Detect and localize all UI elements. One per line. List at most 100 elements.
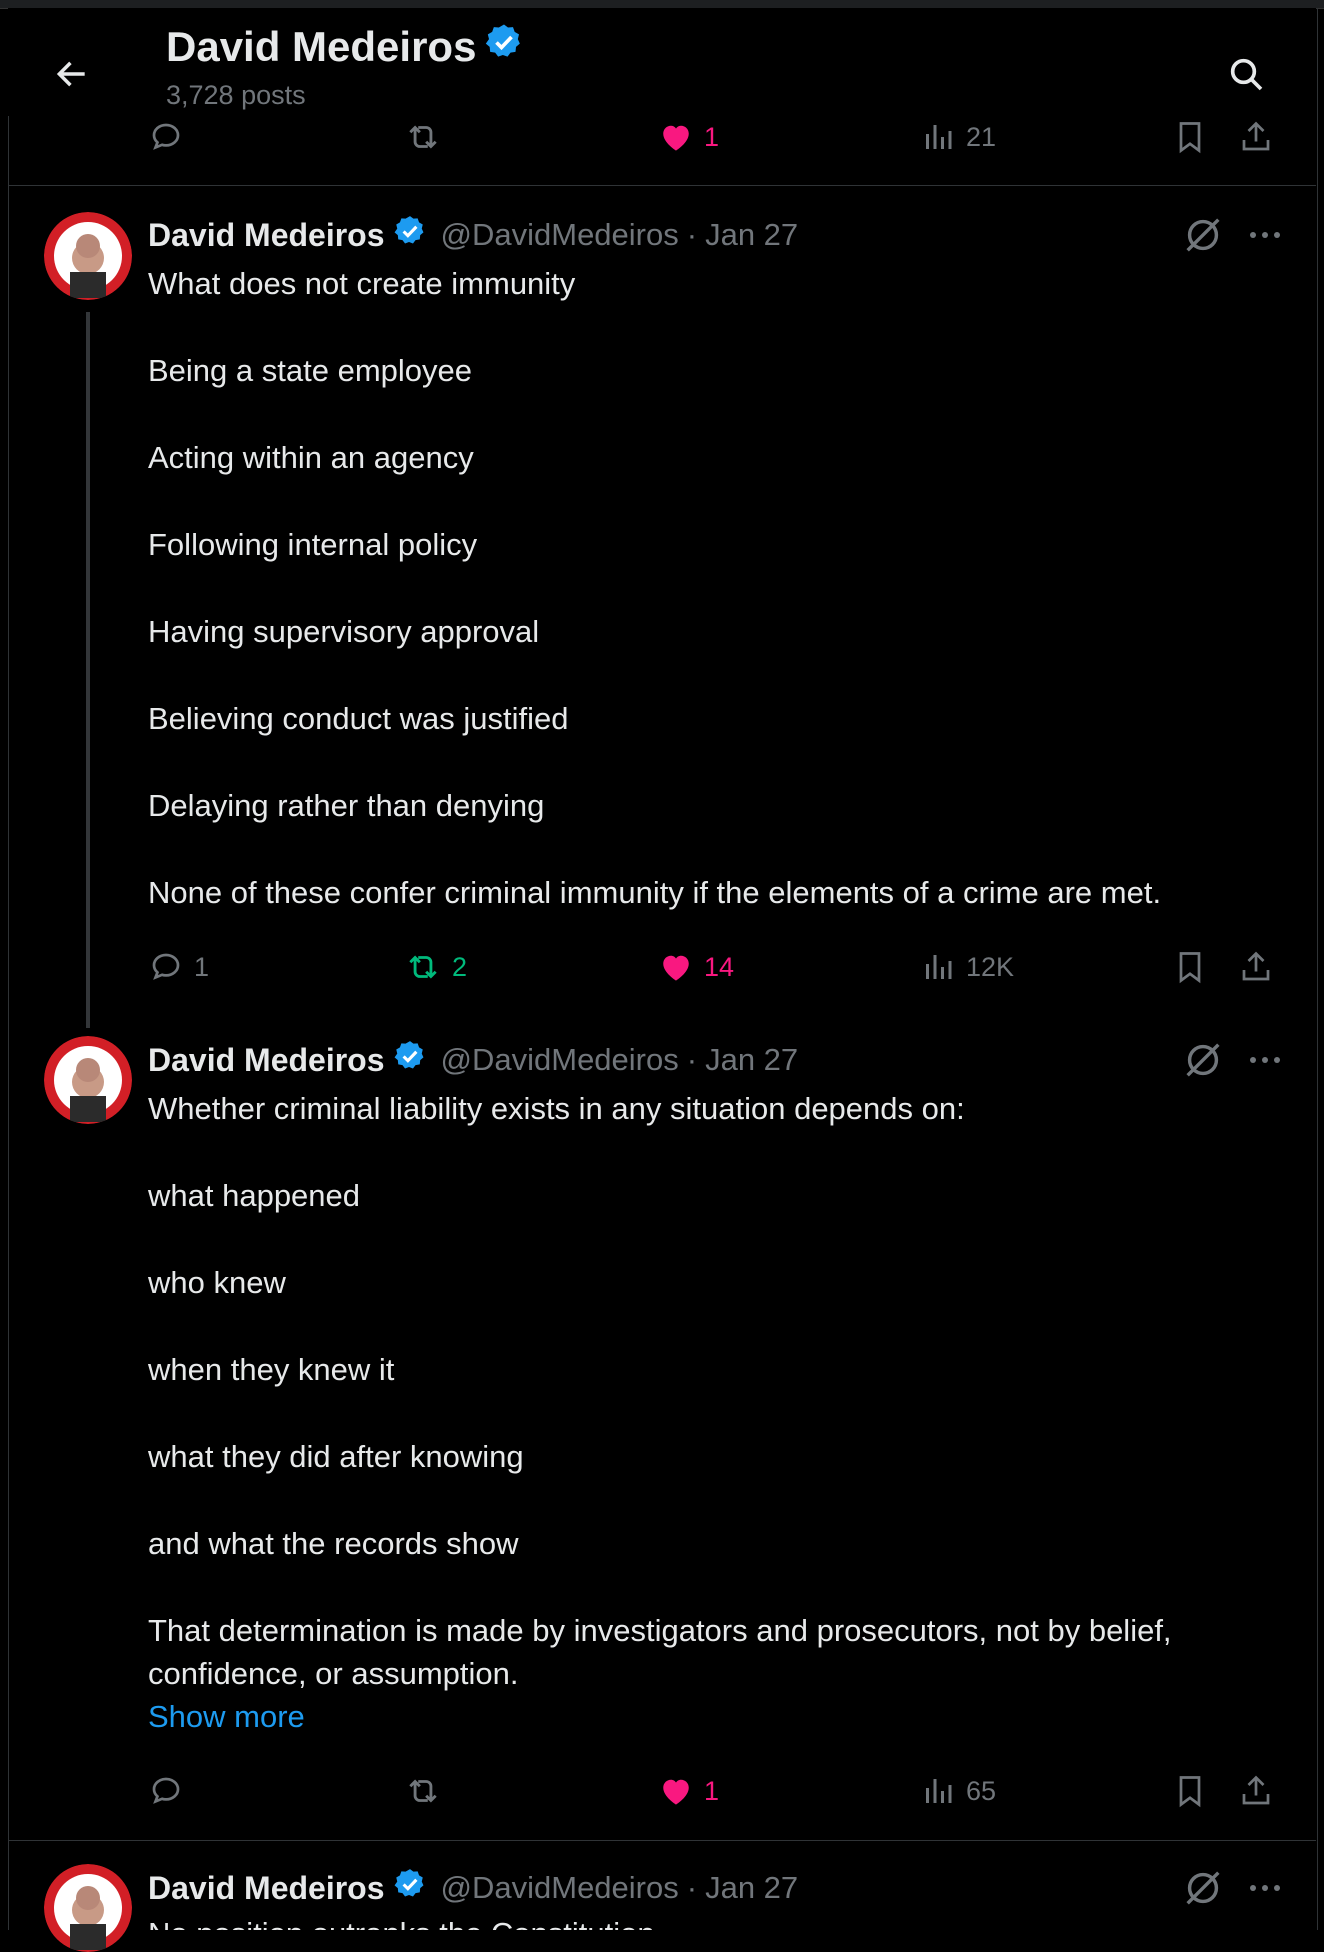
views-icon xyxy=(926,125,952,149)
post-author: David Medeiros @DavidMedeiros · Jan 27 xyxy=(148,214,798,256)
avatar[interactable] xyxy=(44,212,132,300)
like-count: 14 xyxy=(704,951,735,982)
grok-button[interactable] xyxy=(1180,1037,1226,1083)
more-options-button[interactable] xyxy=(1240,1865,1290,1911)
post-line: what happened xyxy=(148,1178,361,1213)
author-name[interactable]: David Medeiros xyxy=(148,1042,385,1079)
thread-line xyxy=(86,312,90,1028)
repost-icon xyxy=(409,1779,437,1803)
post-text: Whether criminal liability exists in any… xyxy=(148,1087,1288,1738)
views-icon xyxy=(926,1779,952,1803)
repost-button[interactable] xyxy=(404,112,442,162)
share-button[interactable] xyxy=(1238,942,1274,992)
post-line: who knew xyxy=(148,1265,286,1300)
reply-button[interactable] xyxy=(148,1766,184,1816)
like-count: 1 xyxy=(704,1775,720,1806)
grok-button[interactable] xyxy=(1180,212,1226,258)
author-handle[interactable]: @DavidMedeiros xyxy=(441,1870,679,1906)
author-name[interactable]: David Medeiros xyxy=(148,217,385,254)
avatar[interactable] xyxy=(44,1036,132,1124)
bookmark-button[interactable] xyxy=(1172,942,1208,992)
share-button[interactable] xyxy=(1238,1766,1274,1816)
dot-separator: · xyxy=(686,1870,698,1905)
grok-button[interactable] xyxy=(1180,1865,1226,1911)
more-horizontal-icon xyxy=(1250,232,1280,238)
header-name: David Medeiros xyxy=(166,23,477,70)
search-button[interactable] xyxy=(1218,46,1274,102)
post-line: Being a state employee xyxy=(148,353,472,388)
post-date[interactable]: Jan 27 xyxy=(705,1870,798,1906)
heart-filled-icon xyxy=(663,955,689,981)
reply-icon xyxy=(152,1777,180,1804)
views-button[interactable]: 12K xyxy=(920,942,1014,992)
repost-button[interactable]: 2 xyxy=(404,942,467,992)
grok-icon xyxy=(1186,218,1220,252)
share-icon xyxy=(1242,951,1270,981)
verified-badge-icon xyxy=(484,22,524,72)
reply-count: 1 xyxy=(194,951,210,982)
grok-icon xyxy=(1186,1043,1220,1077)
post-line: Acting within an agency xyxy=(148,440,474,475)
views-button[interactable]: 21 xyxy=(920,112,996,162)
post-line: what they did after knowing xyxy=(148,1439,524,1474)
prev-post-actions: 1 21 xyxy=(148,112,1288,162)
reply-button[interactable] xyxy=(148,112,184,162)
profile-header: David Medeiros 3,728 posts xyxy=(8,8,1316,116)
bookmark-button[interactable] xyxy=(1172,112,1208,162)
heart-filled-icon xyxy=(663,1779,689,1805)
header-title: David Medeiros xyxy=(166,22,524,72)
share-icon xyxy=(1242,121,1270,151)
more-horizontal-icon xyxy=(1250,1885,1280,1891)
like-button[interactable]: 1 xyxy=(658,112,719,162)
post-1-actions: 1 2 14 12K xyxy=(148,942,1288,992)
arrow-left-icon xyxy=(56,61,85,87)
post-line: None of these confer criminal immunity i… xyxy=(148,875,1162,910)
bookmark-icon xyxy=(1179,1776,1201,1808)
post-line: Believing conduct was justified xyxy=(148,701,569,736)
views-icon xyxy=(926,955,952,979)
verified-badge-icon xyxy=(393,1039,427,1081)
more-options-button[interactable] xyxy=(1240,1037,1290,1083)
post-author: David Medeiros @DavidMedeiros · Jan 27 xyxy=(148,1039,798,1081)
repost-button[interactable] xyxy=(404,1766,442,1816)
heart-filled-icon xyxy=(663,125,689,151)
repost-count: 2 xyxy=(452,951,468,982)
back-button[interactable] xyxy=(46,48,98,100)
verified-badge-icon xyxy=(393,214,427,256)
post-line: Following internal policy xyxy=(148,527,478,562)
share-icon xyxy=(1242,1775,1270,1805)
bookmark-button[interactable] xyxy=(1172,1766,1208,1816)
author-handle[interactable]: @DavidMedeiros xyxy=(441,1042,679,1078)
post-date[interactable]: Jan 27 xyxy=(705,217,798,253)
views-count: 21 xyxy=(966,121,997,152)
divider xyxy=(8,185,1316,186)
repost-icon xyxy=(409,955,437,979)
post-line: Delaying rather than denying xyxy=(148,788,545,823)
avatar[interactable] xyxy=(44,1864,132,1952)
reply-button[interactable]: 1 xyxy=(148,942,209,992)
bookmark-icon xyxy=(1179,952,1201,984)
views-button[interactable]: 65 xyxy=(920,1766,996,1816)
post-line: when they knew it xyxy=(148,1352,395,1387)
author-name[interactable]: David Medeiros xyxy=(148,1870,385,1907)
divider xyxy=(8,1840,1316,1841)
post-line: That determination is made by investigat… xyxy=(148,1613,1172,1691)
post-line: Whether criminal liability exists in any… xyxy=(148,1091,965,1126)
views-count: 12K xyxy=(966,951,1015,982)
post-line: No position outranks the Constitution xyxy=(148,1912,1288,1930)
show-more-link[interactable]: Show more xyxy=(148,1695,1288,1738)
repost-icon xyxy=(409,125,437,149)
like-count: 1 xyxy=(704,121,720,152)
like-button[interactable]: 14 xyxy=(658,942,734,992)
author-handle[interactable]: @DavidMedeiros xyxy=(441,217,679,253)
like-button[interactable]: 1 xyxy=(658,1766,719,1816)
post-date[interactable]: Jan 27 xyxy=(705,1042,798,1078)
more-options-button[interactable] xyxy=(1240,212,1290,258)
post-line: and what the records show xyxy=(148,1526,519,1561)
views-count: 65 xyxy=(966,1775,997,1806)
share-button[interactable] xyxy=(1238,112,1274,162)
dot-separator: · xyxy=(686,217,698,252)
search-icon xyxy=(1230,58,1263,91)
header-post-count: 3,728 posts xyxy=(166,80,306,110)
post-text: No position outranks the Constitution xyxy=(148,1912,1288,1930)
